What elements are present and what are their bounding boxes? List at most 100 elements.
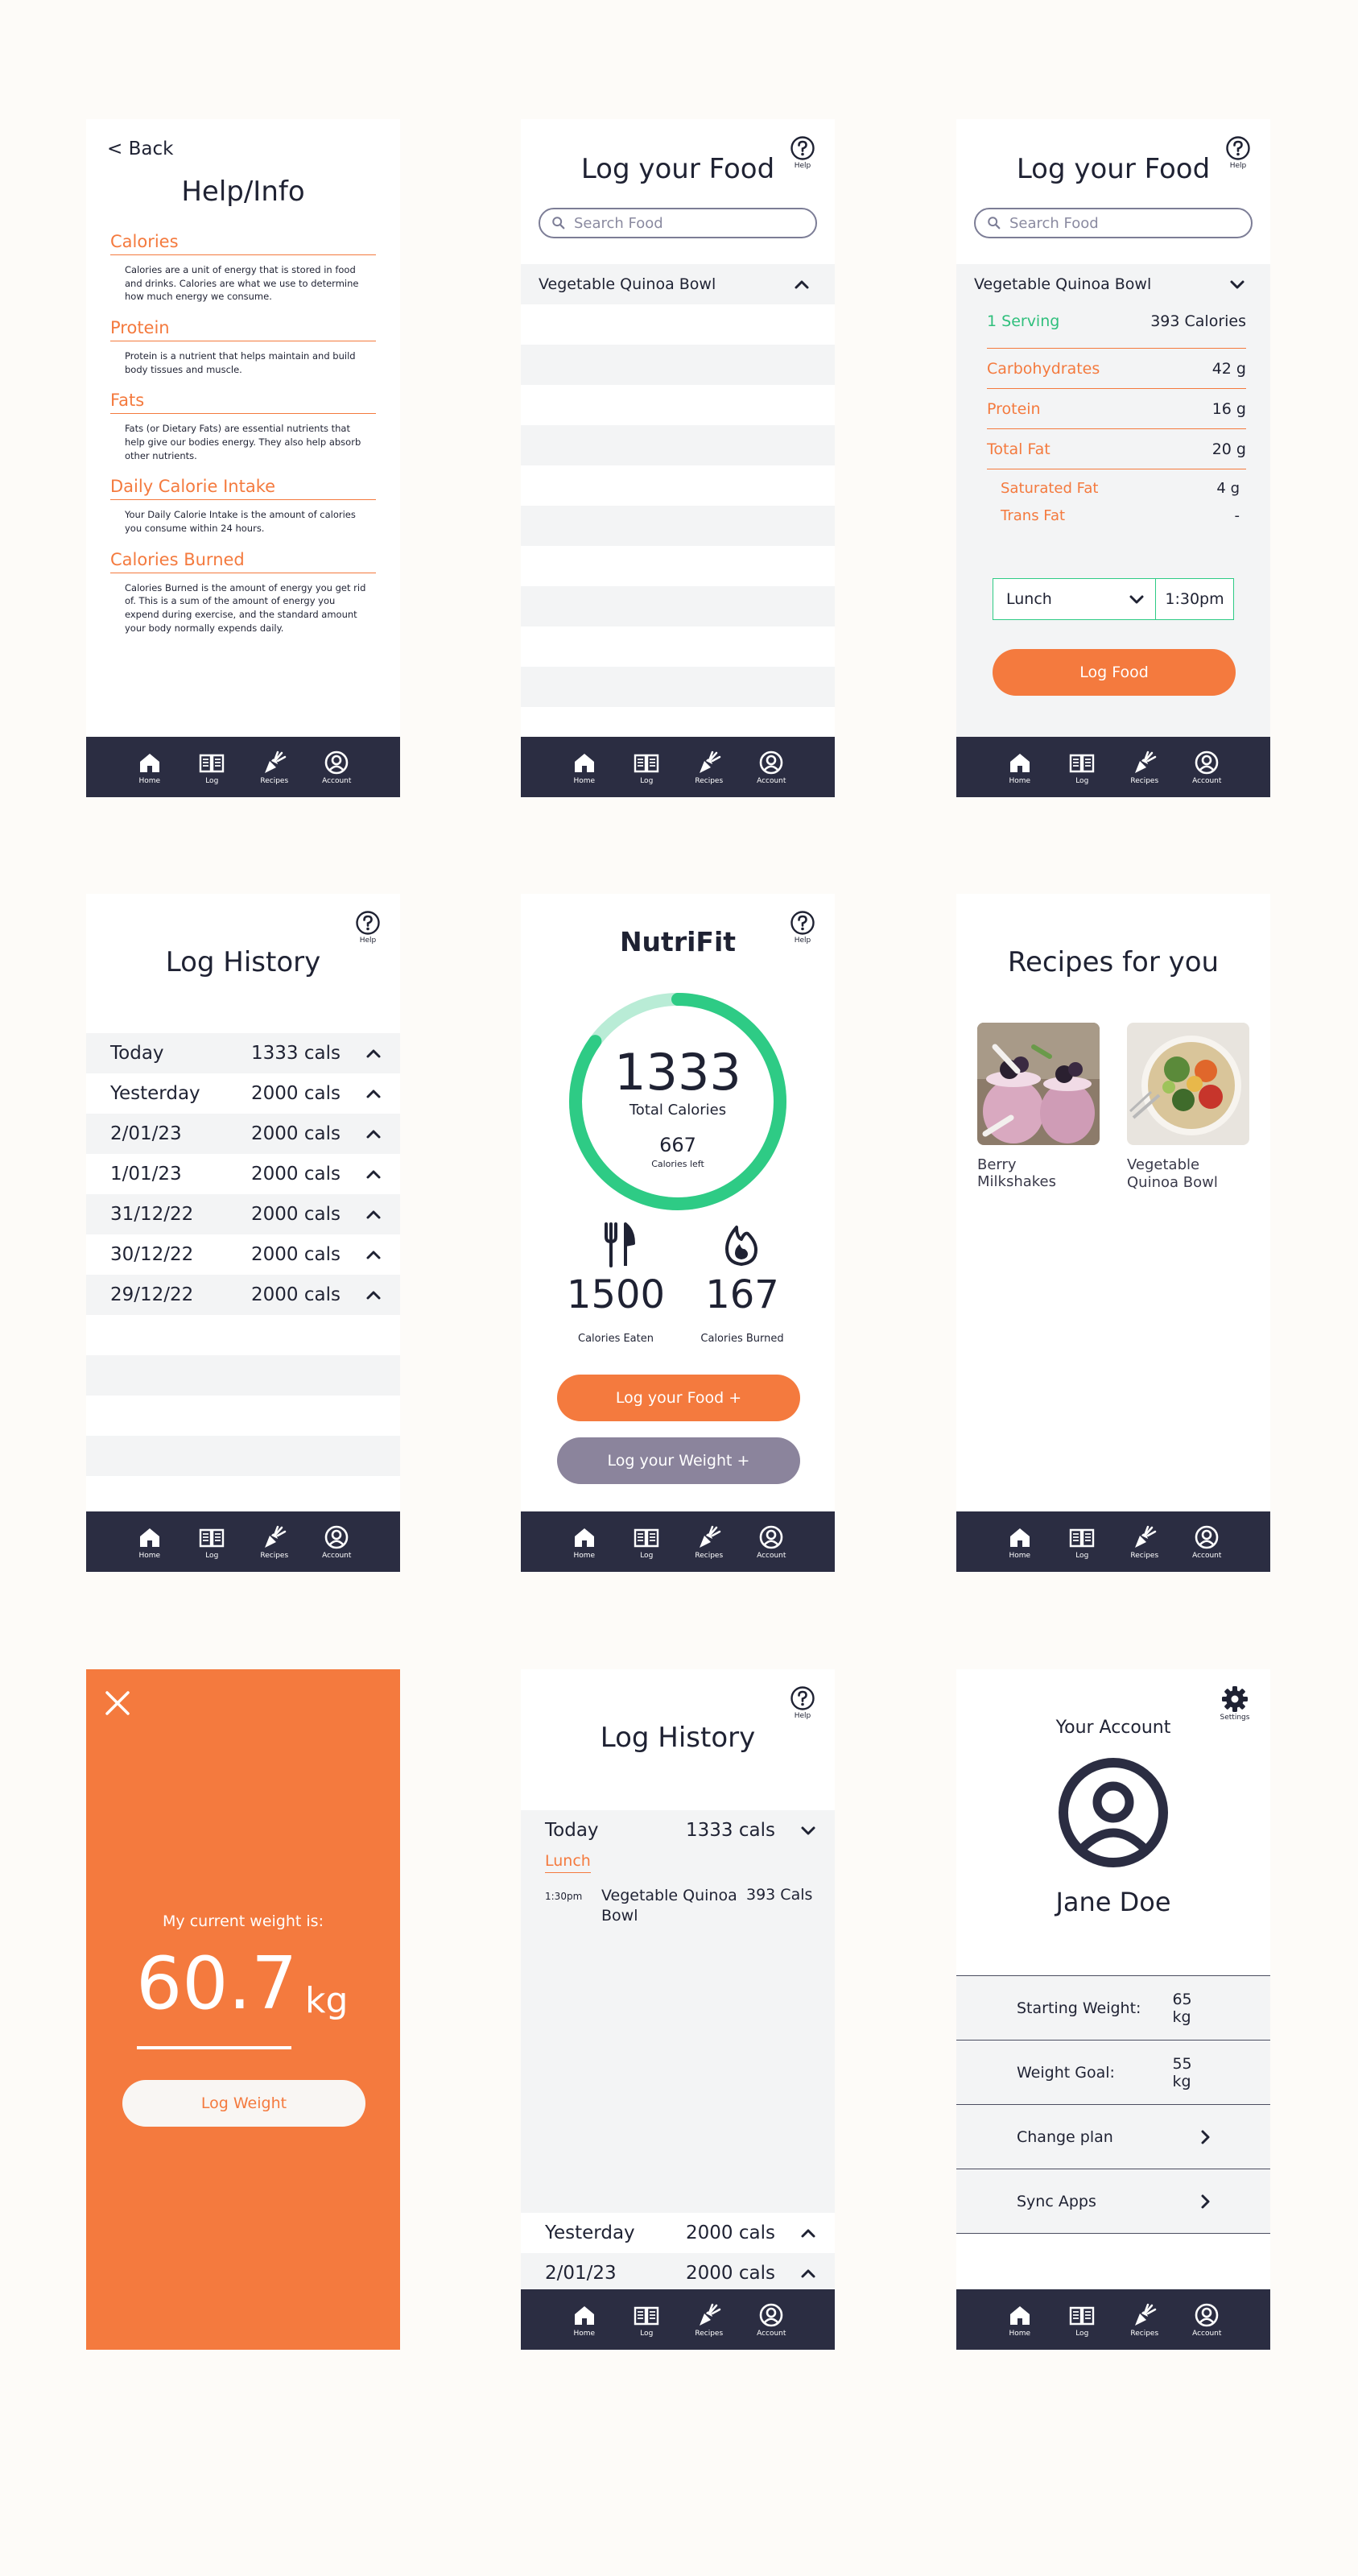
recipe-card[interactable]: Berry Milkshakes bbox=[977, 1023, 1100, 1190]
history-row-today[interactable]: Today 1333 cals bbox=[521, 1810, 835, 1850]
nav-home[interactable]: Home bbox=[996, 750, 1044, 785]
history-row[interactable]: 30/12/22 2000 cals bbox=[86, 1234, 400, 1275]
nav-account[interactable]: Account bbox=[747, 750, 795, 785]
help-button[interactable]: Help bbox=[788, 1685, 817, 1720]
nav-log[interactable]: Log bbox=[622, 1524, 671, 1560]
nav-log[interactable]: Log bbox=[622, 2302, 671, 2338]
user-circle-icon bbox=[1194, 750, 1220, 775]
nav-log[interactable]: Log bbox=[188, 1524, 236, 1560]
log-weight-button[interactable]: Log Weight bbox=[122, 2080, 365, 2127]
history-date: 1/01/23 bbox=[110, 1164, 182, 1185]
home-icon bbox=[572, 2302, 597, 2328]
history-date: 30/12/22 bbox=[110, 1244, 194, 1265]
bottom-nav: Home Log Recipes Account bbox=[956, 2289, 1270, 2350]
nav-home[interactable]: Home bbox=[126, 750, 174, 785]
weight-underline bbox=[137, 2046, 291, 2049]
search-input[interactable] bbox=[574, 214, 783, 232]
history-row[interactable]: Yesterday 2000 cals bbox=[86, 1073, 400, 1114]
nav-label: Recipes bbox=[1130, 776, 1159, 785]
carrot-icon bbox=[1132, 1524, 1158, 1550]
history-row[interactable]: 29/12/22 2000 cals bbox=[86, 1275, 400, 1315]
book-icon bbox=[1069, 1524, 1095, 1550]
recipe-card[interactable]: Vegetable Quinoa Bowl bbox=[1127, 1023, 1249, 1191]
nav-log[interactable]: Log bbox=[1058, 750, 1106, 785]
meal-select[interactable]: Lunch bbox=[993, 579, 1156, 619]
nav-account[interactable]: Account bbox=[747, 2302, 795, 2338]
meal-value: Lunch bbox=[1006, 590, 1052, 608]
history-row[interactable]: Today 1333 cals bbox=[86, 1033, 400, 1073]
empty-row bbox=[521, 345, 835, 385]
food-item-header[interactable]: Vegetable Quinoa Bowl bbox=[956, 264, 1270, 304]
search-bar[interactable] bbox=[539, 208, 817, 238]
history-row[interactable]: 1/01/23 2000 cals bbox=[86, 1154, 400, 1194]
nav-recipes[interactable]: Recipes bbox=[685, 2302, 733, 2338]
account-row[interactable]: Change plan bbox=[956, 2105, 1270, 2169]
back-button[interactable]: < Back bbox=[107, 139, 173, 159]
account-row[interactable]: Sync Apps bbox=[956, 2169, 1270, 2234]
log-food-button[interactable]: Log your Food + bbox=[557, 1375, 800, 1421]
settings-button[interactable]: Settings bbox=[1217, 1685, 1253, 1722]
nav-account[interactable]: Account bbox=[1183, 2302, 1231, 2338]
account-row-label: Sync Apps bbox=[1017, 2192, 1096, 2210]
nav-home[interactable]: Home bbox=[996, 2302, 1044, 2338]
help-button[interactable]: Help bbox=[353, 910, 382, 945]
nav-recipes[interactable]: Recipes bbox=[1121, 2302, 1169, 2338]
nav-recipes[interactable]: Recipes bbox=[1121, 750, 1169, 785]
weight-display[interactable]: 60.7 kg bbox=[136, 1941, 348, 2032]
chevron-up-icon bbox=[365, 1246, 382, 1263]
search-bar[interactable] bbox=[974, 208, 1253, 238]
history-date: 2/01/23 bbox=[110, 1123, 182, 1144]
nav-label: Recipes bbox=[1130, 1551, 1159, 1560]
bottom-nav: Home Log Recipes Account bbox=[956, 737, 1270, 797]
user-circle-icon bbox=[324, 750, 349, 775]
history-row[interactable]: 2/01/23 2000 cals bbox=[86, 1114, 400, 1154]
chevron-up-icon bbox=[799, 2224, 817, 2242]
log-food-button[interactable]: Log Food bbox=[993, 649, 1236, 696]
nav-account[interactable]: Account bbox=[312, 1524, 361, 1560]
user-name: Jane Doe bbox=[1055, 1887, 1171, 1917]
nav-account[interactable]: Account bbox=[1183, 1524, 1231, 1560]
history-row[interactable]: 31/12/22 2000 cals bbox=[86, 1194, 400, 1234]
nav-label: Log bbox=[1075, 2329, 1089, 2338]
help-section-heading: Daily Calorie Intake bbox=[110, 477, 376, 501]
food-item[interactable]: Vegetable Quinoa Bowl bbox=[521, 264, 835, 304]
log-weight-button[interactable]: Log your Weight + bbox=[557, 1437, 800, 1484]
nav-recipes[interactable]: Recipes bbox=[685, 1524, 733, 1560]
nav-recipes[interactable]: Recipes bbox=[250, 1524, 299, 1560]
nav-account[interactable]: Account bbox=[1183, 750, 1231, 785]
help-section-body: Fats (or Dietary Fats) are essential nut… bbox=[125, 423, 361, 461]
nav-log[interactable]: Log bbox=[1058, 1524, 1106, 1560]
nav-label: Account bbox=[1192, 2329, 1222, 2338]
history-row[interactable]: Yesterday 2000 cals bbox=[521, 2213, 835, 2253]
nav-home[interactable]: Home bbox=[126, 1524, 174, 1560]
nav-home[interactable]: Home bbox=[996, 1524, 1044, 1560]
history-row[interactable]: 2/01/23 2000 cals bbox=[521, 2253, 835, 2293]
nav-recipes[interactable]: Recipes bbox=[1121, 1524, 1169, 1560]
nav-log[interactable]: Log bbox=[188, 750, 236, 785]
nav-home[interactable]: Home bbox=[560, 750, 609, 785]
book-icon bbox=[1069, 2302, 1095, 2328]
nav-recipes[interactable]: Recipes bbox=[250, 750, 299, 785]
serving-label: 1 Serving bbox=[987, 312, 1060, 330]
carrot-icon bbox=[1132, 750, 1158, 775]
meal-label: Lunch bbox=[545, 1852, 591, 1873]
chevron-down-icon bbox=[799, 1821, 817, 1839]
nav-account[interactable]: Account bbox=[747, 1524, 795, 1560]
empty-row bbox=[86, 1396, 400, 1436]
account-row[interactable]: Starting Weight: 65 kg bbox=[956, 1976, 1270, 2041]
nav-home[interactable]: Home bbox=[560, 1524, 609, 1560]
nav-home[interactable]: Home bbox=[560, 2302, 609, 2338]
close-icon[interactable] bbox=[104, 1689, 131, 1717]
nav-label: Log bbox=[205, 776, 219, 785]
time-field[interactable]: 1:30pm bbox=[1156, 579, 1233, 619]
book-icon bbox=[634, 2302, 659, 2328]
nav-log[interactable]: Log bbox=[1058, 2302, 1106, 2338]
meal-time-picker: Lunch 1:30pm bbox=[993, 578, 1234, 620]
history-cals: 1333 cals bbox=[251, 1043, 341, 1064]
nav-account[interactable]: Account bbox=[312, 750, 361, 785]
search-input[interactable] bbox=[1009, 214, 1219, 232]
nav-label: Account bbox=[757, 776, 786, 785]
nav-recipes[interactable]: Recipes bbox=[685, 750, 733, 785]
account-row[interactable]: Weight Goal: 55 kg bbox=[956, 2041, 1270, 2105]
nav-log[interactable]: Log bbox=[622, 750, 671, 785]
